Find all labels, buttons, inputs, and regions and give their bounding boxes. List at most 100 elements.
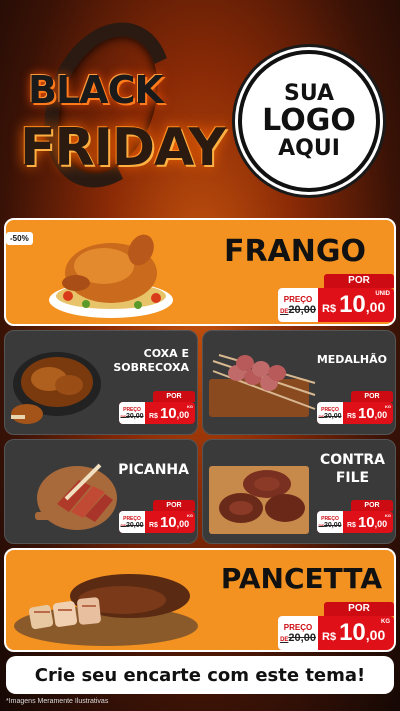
new-price-int: 10 [357, 404, 375, 422]
old-price-number: 20,00 [288, 631, 316, 644]
product-name-line-2: SOBRECOXA [113, 360, 189, 374]
product-card-medalhao[interactable]: MEDALHÃO POR PREÇO DE20,00 R$ 10 ,00 KG [202, 330, 396, 435]
currency: R$ [347, 412, 356, 420]
unit-label: KG [187, 513, 193, 518]
new-price-int: 10 [357, 513, 375, 531]
price-tag: POR PREÇO DE20,00 R$ 10 ,00 KG [317, 500, 393, 540]
picanha-image [35, 463, 117, 530]
price-body: PREÇO DE20,00 R$ 10 ,00 KG [317, 511, 393, 533]
price-por-label: POR [153, 391, 195, 402]
old-price: PREÇO DE20,00 [317, 511, 343, 533]
discount-badge: -50% [6, 232, 33, 245]
friday-word: FRIDAY [20, 118, 226, 178]
price-body: PREÇO DE20,00 R$ 10 ,00 KG [119, 402, 195, 424]
new-price: R$ 10 ,00 [343, 514, 387, 531]
product-name: PANCETTA [220, 562, 382, 595]
old-price-value: DE20,00 [120, 413, 143, 420]
old-price: PREÇO DE20,00 [278, 616, 318, 650]
product-card-contra-file[interactable]: CONTRA FILE POR PREÇO DE20,00 R$ 10 ,00 … [202, 439, 396, 544]
new-price-dec: ,00 [176, 518, 190, 529]
old-price: PREÇO DE20,00 [119, 402, 145, 424]
product-name: COXA E SOBRECOXA [113, 347, 189, 375]
price-body: PREÇO DE20,00 R$ 10 ,00 KG [317, 402, 393, 424]
new-price-dec: ,00 [374, 409, 388, 420]
new-price-int: 10 [339, 291, 366, 318]
new-price-dec: ,00 [176, 409, 190, 420]
product-name: PICANHA [118, 462, 189, 478]
currency: R$ [149, 521, 158, 529]
unit-label: KG [385, 404, 391, 409]
old-price-number: 20,00 [288, 303, 316, 316]
price-por-label: POR [153, 500, 195, 511]
product-card-frango[interactable]: FRANGO POR PREÇO DE20,00 R$ 10 ,00 UNID [4, 218, 396, 326]
currency: R$ [149, 412, 158, 420]
medallion-skewers-image [209, 354, 316, 417]
product-card-coxa[interactable]: COXA E SOBRECOXA POR PREÇO DE20,00 R$ 10… [4, 330, 198, 435]
logo-line-3: AQUI [278, 135, 340, 161]
product-name: MEDALHÃO [316, 353, 387, 366]
old-price-value: DE20,00 [120, 522, 143, 529]
price-body: PREÇO DE20,00 R$ 10 ,00 KG [119, 511, 195, 533]
price-body: PREÇO DE20,00 R$ 10 ,00 UNID [278, 288, 394, 322]
flyer-page: BLACK FRIDAY SUA LOGO AQUI FRANGO POR PR… [0, 0, 400, 711]
disclaimer-footnote: *Imagens Meramente Ilustrativas [6, 698, 109, 705]
unit-label: KG [385, 513, 391, 518]
new-price: R$ 10 ,00 [145, 405, 189, 422]
pancetta-image [14, 574, 198, 646]
price-tag: POR PREÇO DE20,00 R$ 10 ,00 KG [119, 391, 195, 431]
currency: R$ [322, 631, 337, 643]
logo-line-1: SUA [283, 81, 335, 107]
product-name-line-2: FILE [335, 469, 370, 486]
old-price-number: 20,00 [126, 412, 144, 420]
price-tag: POR PREÇO DE20,00 R$ 10 ,00 KG [119, 500, 195, 540]
old-price: PREÇO DE20,00 [278, 288, 318, 322]
new-price: R$ 10 ,00 [343, 405, 387, 422]
price-tag: POR PREÇO DE20,00 R$ 10 ,00 UNID [278, 272, 394, 324]
old-price-label: PREÇO [283, 622, 313, 632]
price-tag: POR PREÇO DE20,00 R$ 10 ,00 KG [317, 391, 393, 431]
new-price-dec: ,00 [365, 627, 386, 643]
old-price-value: DE20,00 [318, 522, 341, 529]
product-name-line-1: CONTRA [319, 452, 385, 468]
new-price-dec: ,00 [374, 518, 388, 529]
unit-label: KG [381, 619, 390, 625]
product-name-line-1: COXA E [143, 347, 189, 360]
product-name: CONTRA FILE [320, 452, 385, 487]
old-price-value: DE20,00 [318, 413, 341, 420]
product-name: FRANGO [223, 234, 366, 269]
logo-line-2: LOGO [262, 103, 356, 139]
old-price-value: DE20,00 [280, 304, 316, 316]
old-price-value: DE20,00 [280, 632, 316, 644]
roast-chicken-image [49, 234, 173, 318]
price-por-label: POR [351, 500, 393, 511]
old-price-number: 20,00 [126, 521, 144, 529]
product-card-picanha[interactable]: PICANHA POR PREÇO DE20,00 R$ 10 ,00 KG [4, 439, 198, 544]
contra-file-image [209, 466, 309, 534]
currency: R$ [322, 303, 337, 315]
black-friday-logo: BLACK FRIDAY [18, 4, 226, 206]
new-price-int: 10 [159, 404, 177, 422]
old-price-number: 20,00 [324, 521, 342, 529]
currency: R$ [347, 521, 356, 529]
price-por-label: POR [351, 391, 393, 402]
logo-placeholder[interactable]: SUA LOGO AQUI [238, 50, 380, 192]
header: BLACK FRIDAY SUA LOGO AQUI [0, 0, 400, 212]
unit-label: UNID [375, 291, 390, 297]
price-body: PREÇO DE20,00 R$ 10 ,00 KG [278, 616, 394, 650]
old-price: PREÇO DE20,00 [119, 511, 145, 533]
product-card-pancetta[interactable]: PANCETTA POR PREÇO DE20,00 R$ 10 ,00 KG [4, 548, 396, 652]
old-price-label: PREÇO [283, 294, 313, 304]
create-flyer-cta[interactable]: Crie seu encarte com este tema! [6, 656, 394, 694]
price-por-label: POR [324, 602, 394, 616]
old-price-number: 20,00 [324, 412, 342, 420]
new-price-int: 10 [159, 513, 177, 531]
price-por-label: POR [324, 274, 394, 288]
old-price: PREÇO DE20,00 [317, 402, 343, 424]
price-tag: POR PREÇO DE20,00 R$ 10 ,00 KG [278, 602, 394, 650]
new-price-dec: ,00 [365, 299, 386, 315]
black-word: BLACK [28, 68, 164, 112]
new-price: R$ 10 ,00 [145, 514, 189, 531]
new-price-int: 10 [339, 619, 366, 646]
new-price: R$ 10 ,00 [318, 619, 385, 647]
chicken-legs-image [11, 352, 101, 424]
